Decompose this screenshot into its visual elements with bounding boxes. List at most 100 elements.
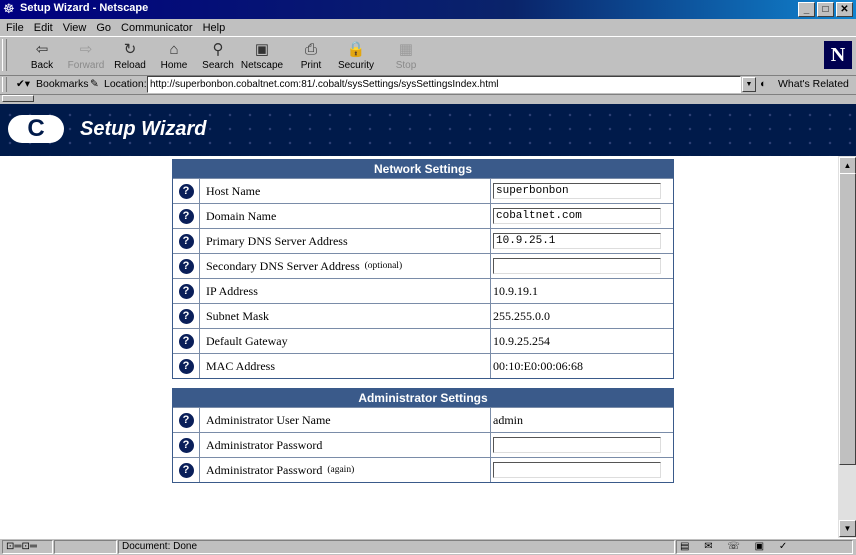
scroll-down-button[interactable]: ▼ xyxy=(839,520,856,537)
forward-arrow-icon: ⇨ xyxy=(79,41,93,58)
url-dropdown-button[interactable]: ▼ xyxy=(742,77,756,92)
help-button[interactable]: ? xyxy=(173,304,200,328)
field-label-text: Administrator User Name xyxy=(206,412,331,427)
url-field[interactable]: http://superbonbon.cobaltnet.com:81/.cob… xyxy=(147,76,741,93)
search-button[interactable]: ⚲ Search xyxy=(196,40,240,71)
field-label: MAC Address xyxy=(200,354,491,378)
settings-row-administrator-password: ? Administrator Password xyxy=(173,432,673,457)
field-note: (again) xyxy=(327,465,355,475)
print-button[interactable]: ⎙ Print xyxy=(289,40,333,71)
help-button[interactable]: ? xyxy=(173,354,200,378)
help-button[interactable]: ? xyxy=(173,433,200,457)
secondary-dns-server-address-again-input[interactable] xyxy=(493,258,661,274)
toolbar-button-label: Home xyxy=(160,60,188,71)
netscape-logo[interactable]: N xyxy=(824,41,852,69)
help-button[interactable]: ? xyxy=(173,279,200,303)
field-value-cell: admin xyxy=(491,408,673,432)
help-icon: ? xyxy=(178,437,194,453)
field-label-text: Primary DNS Server Address xyxy=(206,233,348,248)
field-label-text: Secondary DNS Server Address xyxy=(206,258,360,273)
scroll-thumb[interactable] xyxy=(839,173,856,465)
menu-communicator[interactable]: Communicator xyxy=(115,22,197,34)
menu-help[interactable]: Help xyxy=(197,22,230,34)
minimize-button[interactable]: _ xyxy=(798,2,815,17)
vertical-scrollbar[interactable]: ▲ ▼ xyxy=(838,156,856,538)
network-settings-header: Network Settings xyxy=(173,160,673,178)
window-title: Setup Wizard - Netscape xyxy=(20,2,149,14)
home-button[interactable]: ⌂ Home xyxy=(152,40,196,71)
help-button[interactable]: ? xyxy=(173,204,200,228)
search-icon: ⚲ xyxy=(212,41,224,58)
setup-wizard-banner: C Setup Wizard xyxy=(0,104,856,156)
field-value-cell xyxy=(491,229,673,253)
netscape-window-icon: ☸ xyxy=(3,1,15,16)
close-button[interactable]: ✕ xyxy=(836,2,853,17)
location-icon: ✎ xyxy=(90,78,99,90)
component-bar[interactable]: ▤ ✉ ☏ ▣ ✓ xyxy=(676,540,853,554)
menu-file[interactable]: File xyxy=(0,22,28,34)
maximize-button[interactable]: □ xyxy=(817,2,834,17)
whats-related-button[interactable]: What's Related xyxy=(778,78,849,90)
field-label: Administrator Password xyxy=(200,433,491,457)
help-button[interactable]: ? xyxy=(173,458,200,482)
personal-toolbar-tab xyxy=(0,94,856,104)
toolbar-button-label: Print xyxy=(300,60,322,71)
field-label-text: MAC Address xyxy=(206,358,276,373)
field-value-cell xyxy=(491,433,673,457)
field-label-text: Domain Name xyxy=(206,208,277,223)
help-icon: ? xyxy=(178,358,194,374)
status-text: Document: Done xyxy=(118,540,675,554)
page-content: C Setup Wizard Network Settings ? Host Na… xyxy=(0,104,856,538)
mac-address-value: 00:10:E0:00:06:68 xyxy=(493,358,583,373)
help-button[interactable]: ? xyxy=(173,329,200,353)
whats-related-icon: ◐ xyxy=(760,78,767,90)
help-icon: ? xyxy=(178,308,194,324)
bookmarks-button[interactable]: Bookmarks xyxy=(36,78,89,90)
reload-icon: ↻ xyxy=(123,41,137,58)
field-value-cell xyxy=(491,254,673,278)
help-button[interactable]: ? xyxy=(173,229,200,253)
field-value-cell: 00:10:E0:00:06:68 xyxy=(491,354,673,378)
host-name-input[interactable] xyxy=(493,183,661,199)
help-button[interactable]: ? xyxy=(173,408,200,432)
administrator-password-input[interactable] xyxy=(493,437,661,453)
field-note: (optional) xyxy=(364,261,403,271)
netscape-button[interactable]: ▣ Netscape xyxy=(240,40,284,71)
help-button[interactable]: ? xyxy=(173,179,200,203)
toolbar-button-label: Reload xyxy=(114,60,146,71)
menu-view[interactable]: View xyxy=(57,22,91,34)
title-bar: ☸ Setup Wizard - Netscape _ □ ✕ xyxy=(0,0,856,19)
bookmarks-icon[interactable]: ✔▾ xyxy=(16,78,30,90)
field-label: Administrator User Name xyxy=(200,408,491,432)
primary-dns-server-address-input[interactable] xyxy=(493,233,661,249)
menu-bar: File Edit View Go Communicator Help xyxy=(0,19,856,36)
back-button[interactable]: ⇦ Back xyxy=(20,40,64,71)
stop-button[interactable]: ▦ Stop xyxy=(384,40,428,71)
menu-go[interactable]: Go xyxy=(90,22,115,34)
field-value-cell xyxy=(491,458,673,482)
netscape-icon: ▣ xyxy=(254,41,270,58)
toolbar-button-label: Security xyxy=(337,60,375,71)
menu-edit[interactable]: Edit xyxy=(28,22,57,34)
help-icon: ? xyxy=(178,208,194,224)
domain-name-input[interactable] xyxy=(493,208,661,224)
settings-row-default-gateway: ? Default Gateway 10.9.25.254 xyxy=(173,328,673,353)
reload-button[interactable]: ↻ Reload xyxy=(108,40,152,71)
field-label: Administrator Password (again) xyxy=(200,458,491,482)
forward-button[interactable]: ⇨ Forward xyxy=(64,40,108,71)
help-icon: ? xyxy=(178,233,194,249)
network-settings-panel: Network Settings ? Host Name? Domain Name?… xyxy=(172,159,674,379)
field-label: Default Gateway xyxy=(200,329,491,353)
security-button[interactable]: 🔒 Security xyxy=(334,40,378,71)
toolbar-button-label: Back xyxy=(30,60,54,71)
scroll-up-button[interactable]: ▲ xyxy=(839,157,856,174)
field-value-cell: 10.9.19.1 xyxy=(491,279,673,303)
administrator-settings-panel: Administrator Settings ? Administrator Us… xyxy=(172,388,674,483)
collapsed-toolbar-tab[interactable] xyxy=(2,95,34,102)
administrator-password-again-input[interactable] xyxy=(493,462,661,478)
help-icon: ? xyxy=(178,412,194,428)
location-grip[interactable] xyxy=(2,77,7,92)
toolbar-grip[interactable] xyxy=(2,39,7,71)
help-button[interactable]: ? xyxy=(173,254,200,278)
field-value-cell: 255.255.0.0 xyxy=(491,304,673,328)
